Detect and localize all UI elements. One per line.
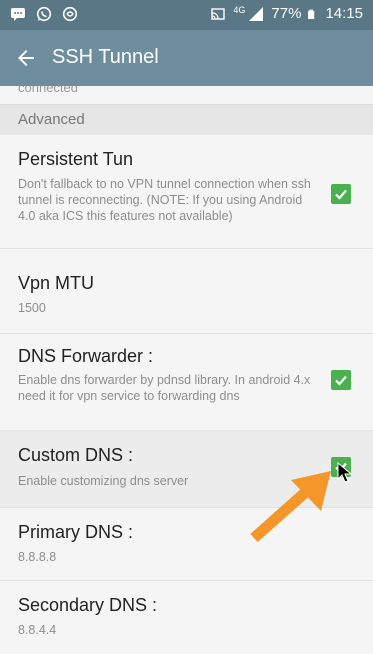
preferences-list[interactable]: connected Advanced Persistent Tun Don't …: [0, 86, 373, 654]
pref-title: Persistent Tun: [18, 149, 134, 169]
pref-title: Secondary DNS :: [18, 595, 158, 615]
pref-title: Custom DNS :: [18, 445, 134, 465]
section-header-advanced: Advanced: [0, 104, 373, 136]
signal-icon: [249, 6, 264, 21]
pref-summary: 8.8.4.4: [18, 623, 57, 637]
checkmark-icon: [335, 189, 347, 200]
dns-forwarder-checkbox[interactable]: [331, 370, 351, 390]
back-arrow-icon[interactable]: [14, 46, 38, 70]
pref-primary-dns[interactable]: Primary DNS : 8.8.8.8: [0, 508, 373, 581]
checkmark-icon: [335, 375, 347, 386]
checkmark-icon: [335, 462, 347, 473]
cast-icon: [211, 7, 226, 20]
custom-dns-checkbox[interactable]: [331, 457, 351, 477]
status-bar: 4G 77% 14:15: [0, 0, 373, 30]
section-header-label: Advanced: [18, 111, 85, 128]
battery-percent: 77%: [271, 5, 302, 22]
pref-summary: 8.8.8.8: [18, 550, 57, 564]
app-icon: [62, 6, 78, 22]
pref-title: DNS Forwarder :: [18, 346, 154, 366]
pref-title: Primary DNS :: [18, 522, 134, 542]
app-bar: SSH Tunnel: [0, 30, 373, 86]
pref-title: Vpn MTU: [18, 273, 95, 293]
network-type: 4G: [233, 4, 246, 15]
pref-secondary-dns[interactable]: Secondary DNS : 8.8.4.4: [0, 581, 373, 654]
cut-off-summary: connected: [18, 86, 78, 95]
pref-dns-forwarder[interactable]: DNS Forwarder : Enable dns forwarder by …: [0, 334, 373, 431]
battery-icon: [308, 9, 315, 19]
persistent-tun-checkbox[interactable]: [331, 184, 351, 204]
messaging-icon: [11, 8, 25, 21]
pref-summary: Enable dns forwarder by pdnsd library. I…: [18, 373, 311, 403]
page-title: SSH Tunnel: [52, 46, 159, 68]
pref-summary: Don't fallback to no VPN tunnel connecti…: [18, 177, 311, 223]
pref-summary: Enable customizing dns server: [18, 474, 189, 488]
pref-persistent-tun[interactable]: Persistent Tun Don't fallback to no VPN …: [0, 135, 373, 249]
pref-custom-dns[interactable]: Custom DNS : Enable customizing dns serv…: [0, 431, 373, 508]
pref-vpn-mtu[interactable]: Vpn MTU 1500: [0, 249, 373, 334]
pref-summary: 1500: [18, 301, 46, 315]
whatsapp-icon: [36, 6, 52, 22]
clock: 14:15: [325, 5, 363, 22]
